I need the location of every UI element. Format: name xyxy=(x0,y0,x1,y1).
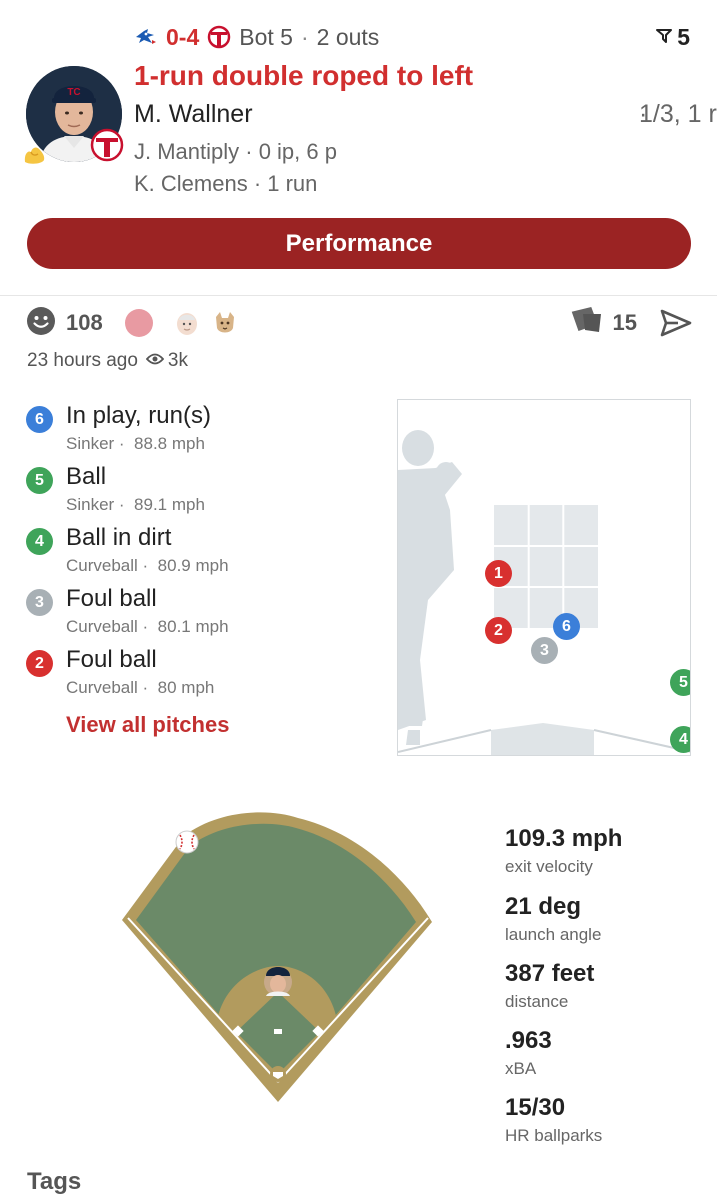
flexed-biceps-icon xyxy=(22,140,48,166)
svg-text:TC: TC xyxy=(67,87,80,98)
spray-chart-field xyxy=(118,806,436,1106)
pitch-result: Ball in dirt xyxy=(66,524,172,551)
pitch-number-badge: 4 xyxy=(26,528,53,555)
pitch-number-badge: 3 xyxy=(26,589,53,616)
baby-face-icon[interactable] xyxy=(173,309,201,337)
pitch-number-badge: 2 xyxy=(26,650,53,677)
stat-launch-angle: 21 deg launch angle xyxy=(505,893,601,945)
pitch-type: Sinker xyxy=(66,434,115,453)
stat-label: distance xyxy=(505,992,569,1011)
reactions-row: 108 xyxy=(26,306,239,340)
pitcher-silhouette-icon xyxy=(398,430,690,755)
separator-dot: · xyxy=(300,23,309,50)
divider xyxy=(0,295,717,296)
stat-value: 109.3 mph xyxy=(505,825,623,852)
pitch-detail: Curveball · 80.1 mph xyxy=(66,617,229,636)
pitch-result: Foul ball xyxy=(66,646,157,673)
stat-label: HR ballparks xyxy=(505,1126,603,1145)
score: 0-4 xyxy=(166,23,200,50)
zone-pitch-marker[interactable]: 4 xyxy=(670,726,690,753)
stat-label: exit velocity xyxy=(505,857,593,876)
blue-jays-logo-icon xyxy=(134,27,158,47)
flag-count: 5 xyxy=(677,23,690,50)
stat-distance: 387 feet distance xyxy=(505,960,594,1012)
pitch-detail: Sinker · 88.8 mph xyxy=(66,434,205,453)
stat-hr-ballparks: 15/30 HR ballparks xyxy=(505,1094,602,1146)
pitch-detail: Curveball · 80 mph xyxy=(66,678,215,697)
pitch-type: Curveball xyxy=(66,617,138,636)
play-headline: 1-run double roped to left xyxy=(134,60,474,91)
pitch-result: Ball xyxy=(66,463,107,490)
pitch-number-badge: 5 xyxy=(26,467,53,494)
inning: Bot 5 xyxy=(239,23,293,50)
pitch-result: Foul ball xyxy=(66,585,157,612)
flag-count-button[interactable]: 5 xyxy=(655,22,690,52)
zone-pitch-marker[interactable]: 6 xyxy=(553,613,580,640)
pitch-speed: 80.1 mph xyxy=(157,617,229,636)
stat-label: xBA xyxy=(505,1059,537,1078)
twins-team-badge-icon xyxy=(90,128,124,162)
zone-pitch-marker[interactable]: 3 xyxy=(531,637,558,664)
pitch-item[interactable]: 2 Foul ball Curveball · 80 mph xyxy=(26,646,366,701)
pitch-item[interactable]: 4 Ball in dirt Curveball · 80.9 mph xyxy=(26,524,366,579)
batter-stat: 1/3, 1 rbi xyxy=(639,100,717,128)
runner-line: K. Clemens · 1 run xyxy=(134,171,318,196)
view-count: 3k xyxy=(167,350,188,371)
share-send-icon[interactable] xyxy=(660,308,692,338)
pitch-speed: 80 mph xyxy=(157,678,215,697)
pitch-result: In play, run(s) xyxy=(66,402,211,429)
zone-pitch-marker[interactable]: 1 xyxy=(485,560,512,587)
post-meta: 23 hours ago 3k xyxy=(27,350,188,372)
cat-sticker-icon[interactable] xyxy=(211,309,239,337)
pitch-speed: 88.8 mph xyxy=(134,434,205,453)
reaction-avatar[interactable] xyxy=(124,309,153,337)
zone-pitch-marker[interactable]: 2 xyxy=(485,617,512,644)
pitch-detail: Sinker · 89.1 mph xyxy=(66,495,205,514)
eye-icon xyxy=(145,350,165,372)
outs: 2 outs xyxy=(316,23,380,50)
batter-name[interactable]: M. Wallner xyxy=(134,100,253,128)
pitcher-line: J. Mantiply · 0 ip, 6 p xyxy=(134,139,337,164)
stat-xba: .963 xBA xyxy=(505,1027,552,1079)
baseball-icon[interactable] xyxy=(175,830,199,854)
comment-count: 15 xyxy=(612,310,637,335)
stat-label: launch angle xyxy=(505,925,602,944)
zone-pitch-marker[interactable]: 5 xyxy=(670,669,690,696)
tags-heading: Tags xyxy=(27,1168,82,1195)
pitch-type: Curveball xyxy=(66,556,138,575)
batter-line: M. Wallner · 1/3, 1 rbi xyxy=(134,100,717,129)
view-all-pitches-link[interactable]: View all pitches xyxy=(66,712,229,738)
strike-zone-panel: 1 2 6 3 5 4 xyxy=(397,399,691,756)
stat-exit-velocity: 109.3 mph exit velocity xyxy=(505,825,622,877)
twins-logo-icon xyxy=(207,25,231,49)
flag-icon xyxy=(655,24,673,51)
pitch-number-badge: 6 xyxy=(26,406,53,433)
views: 3k xyxy=(145,350,188,372)
pitch-speed: 80.9 mph xyxy=(157,556,229,575)
pitch-detail: Curveball · 80.9 mph xyxy=(66,556,229,575)
pitch-type: Curveball xyxy=(66,678,138,697)
smiley-icon[interactable] xyxy=(26,306,56,341)
time-ago: 23 hours ago xyxy=(27,350,138,371)
performance-button[interactable]: Performance xyxy=(27,218,691,269)
comment-bubbles-icon xyxy=(565,306,605,340)
stat-value: .963 xyxy=(505,1027,552,1054)
batter-mini-avatar[interactable] xyxy=(264,967,292,996)
stat-value: 387 feet xyxy=(505,960,595,987)
pitch-type: Sinker xyxy=(66,495,115,514)
game-status-line[interactable]: 0-4 Bot 5 · 2 outs xyxy=(134,22,379,52)
pitch-item[interactable]: 3 Foul ball Curveball · 80.1 mph xyxy=(26,585,366,640)
reaction-count: 108 xyxy=(66,310,103,335)
pitch-speed: 89.1 mph xyxy=(134,495,205,514)
stat-value: 15/30 xyxy=(505,1094,566,1121)
pitch-item[interactable]: 6 In play, run(s) Sinker · 88.8 mph xyxy=(26,402,366,457)
pitch-item[interactable]: 5 Ball Sinker · 89.1 mph xyxy=(26,463,366,518)
stat-value: 21 deg xyxy=(505,893,582,920)
comments-button[interactable]: 15 xyxy=(565,306,637,340)
